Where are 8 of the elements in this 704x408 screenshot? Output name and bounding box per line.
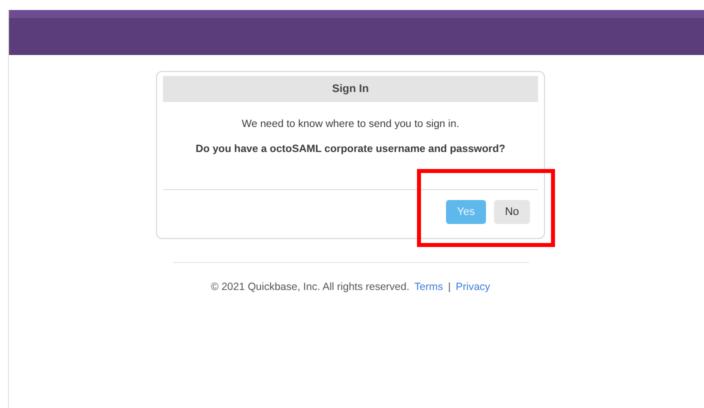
dialog-title: Sign In <box>163 76 538 102</box>
copyright-text: © 2021 Quickbase, Inc. All rights reserved. <box>210 281 410 293</box>
link-separator: | <box>448 281 451 293</box>
dialog-message: We need to know where to send you to sign in. <box>242 118 460 130</box>
privacy-link[interactable]: Privacy <box>456 281 490 293</box>
dialog-message: Do you have a octoSAML corporate username and password? <box>196 143 506 155</box>
terms-link[interactable]: Terms <box>414 281 443 293</box>
no-button[interactable]: No <box>494 200 530 224</box>
